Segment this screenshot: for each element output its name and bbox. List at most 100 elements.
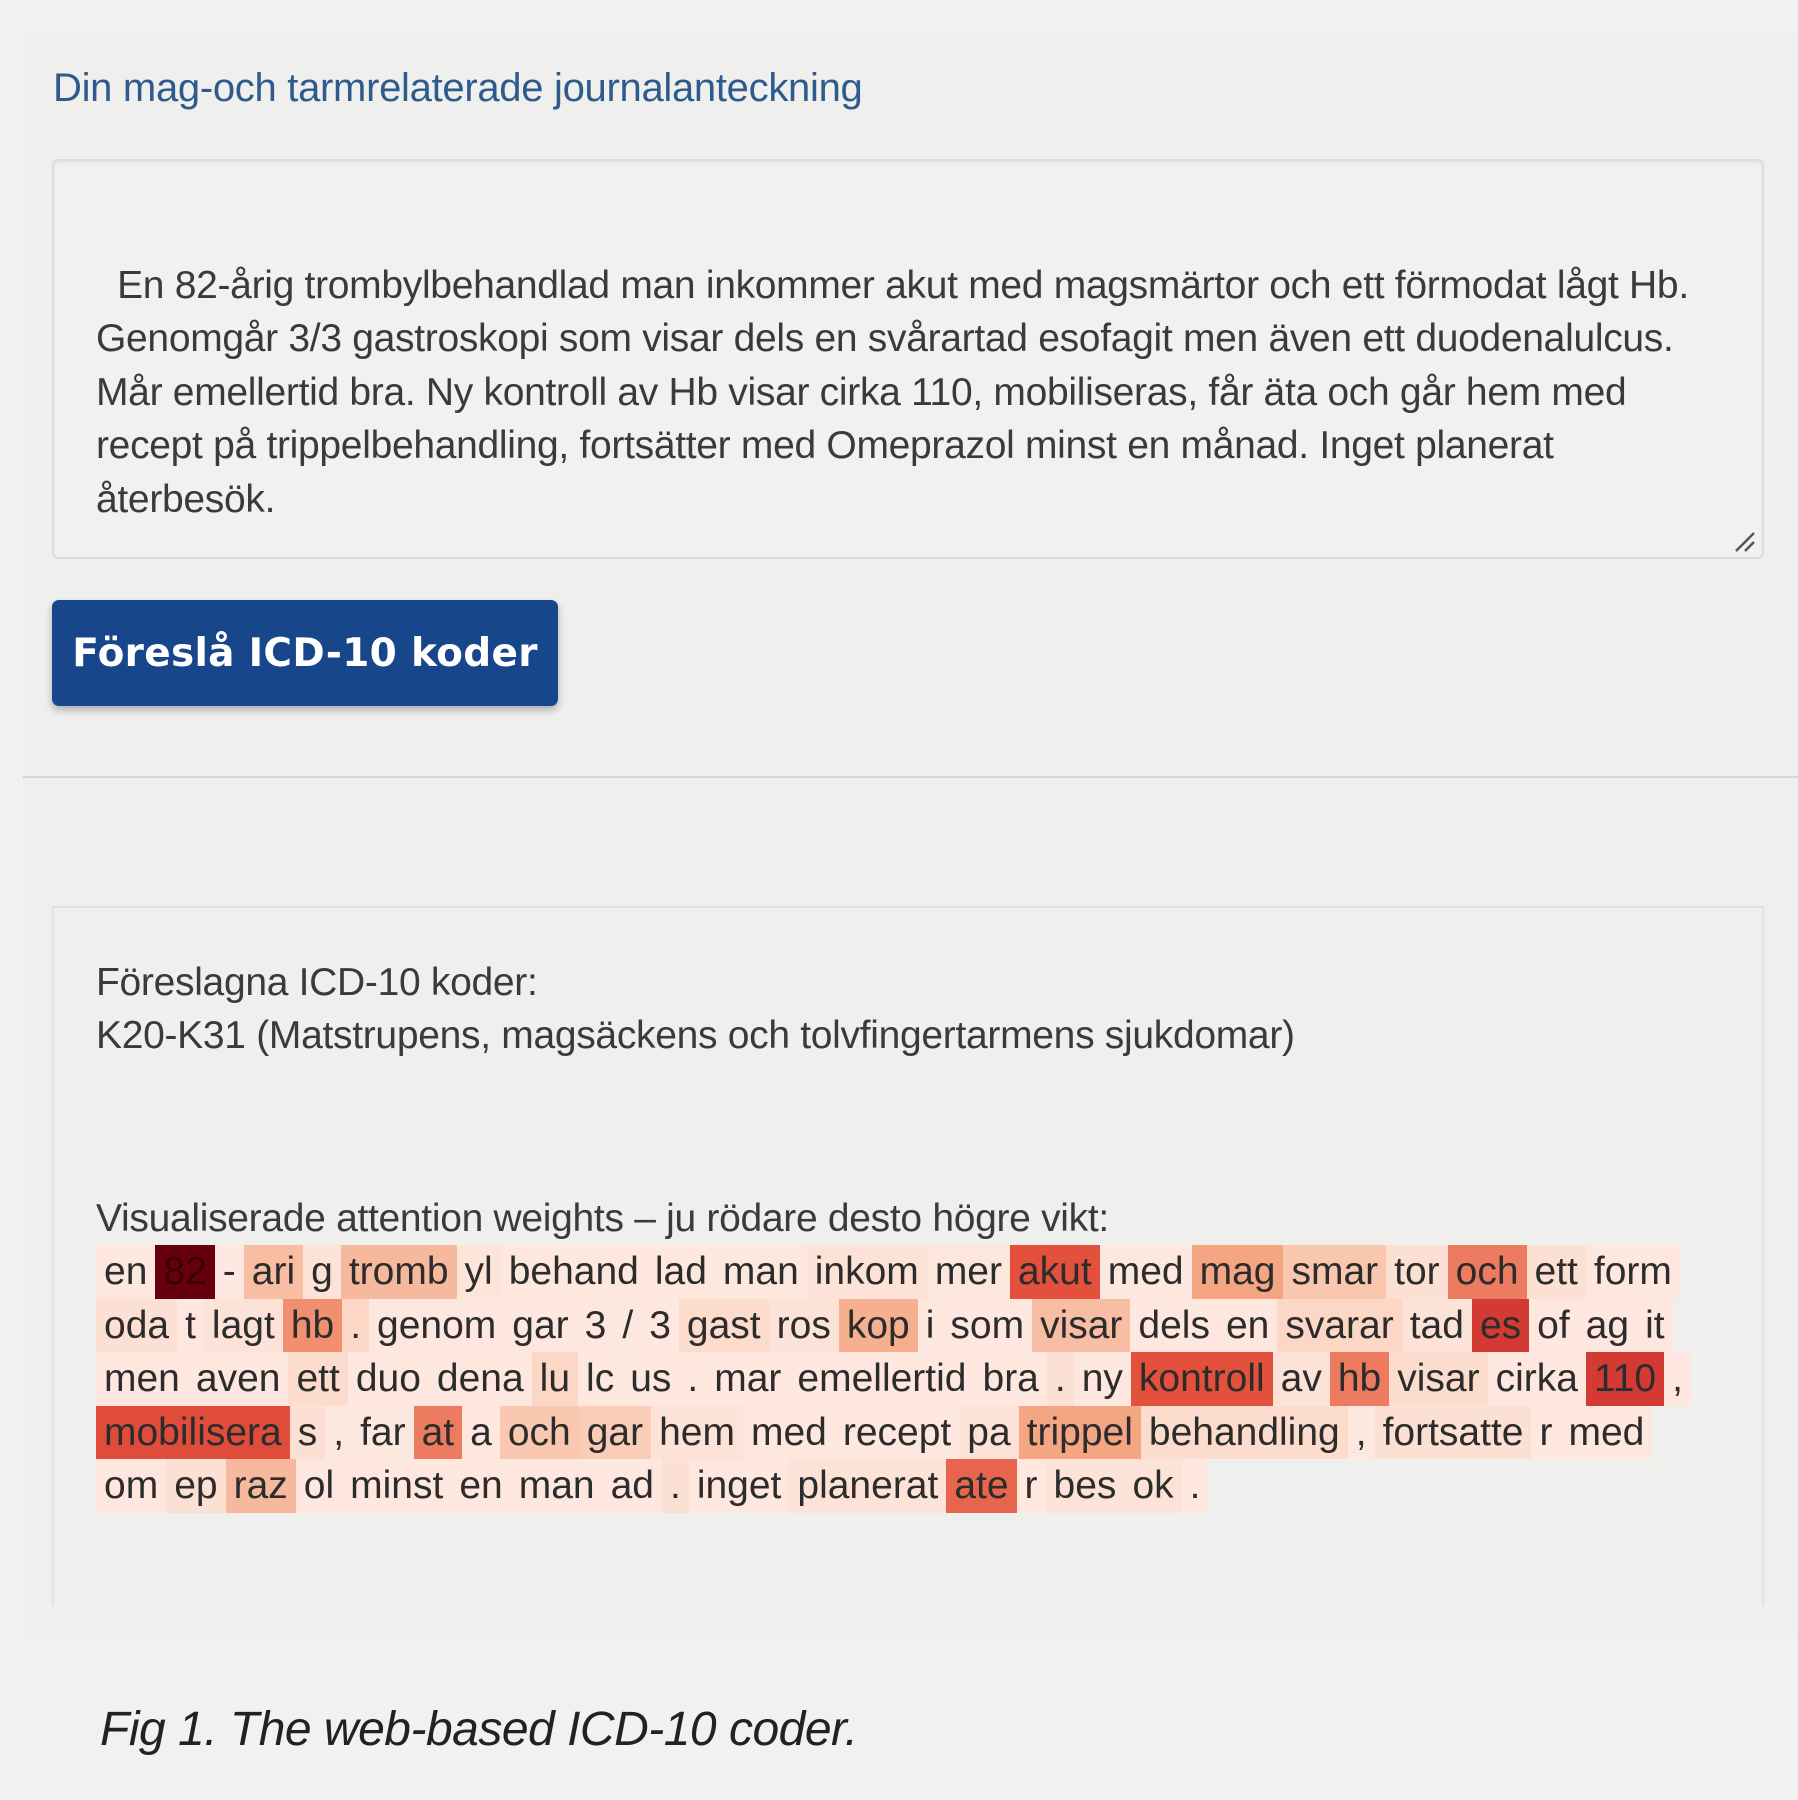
- attention-token: mar: [706, 1352, 790, 1406]
- attention-token: som: [942, 1298, 1033, 1352]
- attention-token: a: [462, 1405, 500, 1459]
- attention-token: tad: [1401, 1298, 1472, 1352]
- result-heading: Föreslagna ICD-10 koder:: [96, 961, 538, 1004]
- attention-token: inkom: [806, 1245, 927, 1299]
- attention-token: r: [1016, 1459, 1046, 1513]
- attention-token: .: [342, 1298, 370, 1352]
- attention-token: en: [1217, 1298, 1278, 1352]
- attention-token: far: [352, 1405, 414, 1459]
- attention-token: ,: [325, 1405, 353, 1459]
- attention-token-list: en 82- ari g tromb yl behand lad man inkom mer akut…: [96, 1245, 1716, 1513]
- attention-token: form: [1585, 1245, 1680, 1299]
- attention-token: mobilisera: [96, 1405, 290, 1459]
- attention-token: g: [303, 1245, 341, 1299]
- attention-token: och: [499, 1405, 579, 1459]
- attention-token: med: [742, 1405, 835, 1459]
- attention-token: ,: [1347, 1405, 1375, 1459]
- attention-token: lagt: [203, 1298, 283, 1352]
- attention-heading: Visualiserade attention weights – ju röd…: [96, 1197, 1109, 1240]
- attention-token: inget: [688, 1459, 790, 1513]
- attention-token: genom: [369, 1298, 505, 1352]
- section-divider: [23, 776, 1798, 778]
- resize-handle-icon[interactable]: [1730, 527, 1756, 553]
- attention-token: och: [1447, 1245, 1527, 1299]
- attention-token: of: [1529, 1298, 1578, 1352]
- attention-token: svarar: [1277, 1298, 1402, 1352]
- attention-token: es: [1471, 1298, 1530, 1352]
- attention-token: mag: [1191, 1245, 1284, 1299]
- attention-token: ari: [243, 1245, 304, 1299]
- attention-token: yl: [456, 1245, 501, 1299]
- attention-token: man: [714, 1245, 807, 1299]
- attention-token: raz: [225, 1459, 296, 1513]
- attention-token: t: [177, 1298, 204, 1352]
- form-title: Din mag-och tarmrelaterade journalanteck…: [53, 66, 863, 110]
- attention-token: ett: [1526, 1245, 1586, 1299]
- attention-token: i: [917, 1298, 943, 1352]
- attention-token: duo: [347, 1352, 429, 1406]
- attention-token: tromb: [340, 1245, 457, 1299]
- attention-token: ny: [1073, 1352, 1131, 1406]
- attention-token: ag: [1577, 1298, 1638, 1352]
- attention-token: ad: [602, 1459, 662, 1513]
- attention-token: bes: [1045, 1459, 1125, 1513]
- attention-token: en: [451, 1459, 511, 1513]
- attention-token: /: [614, 1298, 642, 1352]
- attention-token: emellertid: [789, 1352, 975, 1406]
- attention-token: 82: [155, 1245, 215, 1299]
- attention-token: 3: [576, 1298, 615, 1352]
- attention-token: .: [661, 1459, 689, 1513]
- attention-token: aven: [187, 1352, 289, 1406]
- attention-token: hem: [651, 1405, 743, 1459]
- attention-token: dena: [428, 1352, 532, 1406]
- attention-token: oda: [96, 1298, 178, 1352]
- attention-token: av: [1272, 1352, 1330, 1406]
- attention-token: smar: [1283, 1245, 1387, 1299]
- attention-token: en: [96, 1245, 156, 1299]
- attention-token: gar: [504, 1298, 577, 1352]
- attention-token: hb: [282, 1298, 343, 1352]
- attention-token: med: [1099, 1245, 1192, 1299]
- attention-token: ok: [1124, 1459, 1182, 1513]
- attention-token: om: [96, 1459, 167, 1513]
- attention-token: tor: [1386, 1245, 1448, 1299]
- attention-token: trippel: [1018, 1405, 1141, 1459]
- attention-token: dels: [1130, 1298, 1218, 1352]
- attention-token: ros: [768, 1298, 839, 1352]
- attention-token: man: [510, 1459, 603, 1513]
- attention-token: lu: [531, 1352, 579, 1406]
- attention-token: 3: [641, 1298, 679, 1352]
- attention-token: 110: [1585, 1352, 1665, 1406]
- attention-token: .: [1046, 1352, 1074, 1406]
- result-box: Föreslagna ICD-10 koder: K20-K31 (Matstr…: [52, 906, 1764, 1606]
- attention-token: it: [1637, 1298, 1673, 1352]
- attention-token: us: [622, 1352, 680, 1406]
- attention-token: ep: [166, 1459, 226, 1513]
- attention-token: lad: [646, 1245, 715, 1299]
- suggest-icd10-button[interactable]: Föreslå ICD-10 koder: [52, 600, 558, 706]
- attention-token: bra: [974, 1352, 1047, 1406]
- attention-token: lc: [578, 1352, 623, 1406]
- attention-token: med: [1560, 1405, 1653, 1459]
- attention-token: pa: [959, 1405, 1019, 1459]
- attention-token: ate: [946, 1459, 1017, 1513]
- attention-token: behand: [500, 1245, 647, 1299]
- attention-token: ett: [288, 1352, 348, 1406]
- attention-token: ,: [1664, 1352, 1691, 1406]
- suggested-code: K20-K31 (Matstrupens, magsäckens och tol…: [96, 1014, 1295, 1057]
- attention-token: akut: [1009, 1245, 1100, 1299]
- attention-token: kontroll: [1130, 1352, 1273, 1406]
- journal-note-text: En 82-årig trombylbehandlad man inkommer…: [96, 263, 1700, 521]
- attention-token: minst: [342, 1459, 452, 1513]
- attention-token: at: [413, 1405, 463, 1459]
- attention-token: visar: [1389, 1352, 1488, 1406]
- attention-token: men: [96, 1352, 188, 1406]
- attention-token: hb: [1329, 1352, 1390, 1406]
- attention-token: gar: [578, 1405, 652, 1459]
- attention-token: -: [214, 1245, 244, 1299]
- attention-token: s: [289, 1405, 326, 1459]
- journal-note-textarea[interactable]: En 82-årig trombylbehandlad man inkommer…: [52, 159, 1764, 559]
- attention-token: planerat: [789, 1459, 947, 1513]
- attention-token: mer: [926, 1245, 1010, 1299]
- attention-token: cirka: [1487, 1352, 1586, 1406]
